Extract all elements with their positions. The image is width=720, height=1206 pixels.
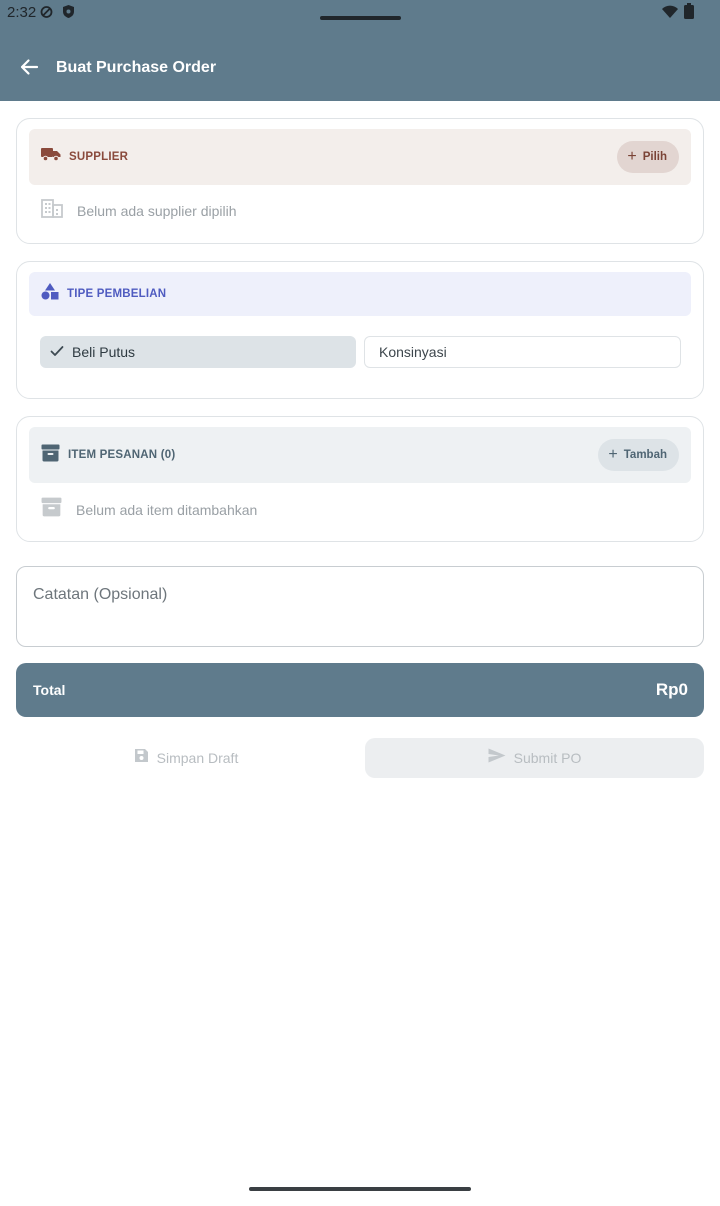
supplier-header: SUPPLIER + Pilih xyxy=(29,129,691,185)
arrow-left-icon xyxy=(19,57,39,82)
purchase-type-header: TIPE PEMBELIAN xyxy=(29,272,691,316)
total-label: Total xyxy=(33,682,66,698)
send-icon xyxy=(488,748,506,768)
submit-po-button[interactable]: Submit PO xyxy=(365,738,704,778)
add-item-button[interactable]: + Tambah xyxy=(598,439,679,471)
pick-supplier-button[interactable]: + Pilih xyxy=(617,141,679,173)
save-icon xyxy=(134,748,149,768)
shapes-icon xyxy=(41,283,59,305)
pick-supplier-label: Pilih xyxy=(642,151,667,163)
app-bar: 2:32 Buat Purchase Order xyxy=(0,0,720,101)
total-bar: Total Rp0 xyxy=(16,663,704,717)
notes-placeholder: Catatan (Opsional) xyxy=(33,586,168,603)
purchase-type-heading: TIPE PEMBELIAN xyxy=(67,288,167,300)
items-card: ITEM PESANAN (0) + Tambah Belum ada item… xyxy=(16,416,704,542)
building-icon xyxy=(41,199,63,223)
add-item-label: Tambah xyxy=(623,449,667,461)
option-konsinyasi[interactable]: Konsinyasi xyxy=(364,336,681,368)
submit-po-label: Submit PO xyxy=(513,750,582,766)
total-value: Rp0 xyxy=(655,680,688,699)
supplier-heading: SUPPLIER xyxy=(69,151,129,163)
option-beli-putus[interactable]: Beli Putus xyxy=(40,336,356,368)
archive-icon xyxy=(41,444,60,467)
notes-field[interactable]: Catatan (Opsional) xyxy=(16,566,704,647)
supplier-empty-state: Belum ada supplier dipilih xyxy=(41,199,237,223)
items-empty-text: Belum ada item ditambahkan xyxy=(76,501,258,518)
save-draft-button[interactable]: Simpan Draft xyxy=(16,738,356,778)
supplier-empty-text: Belum ada supplier dipilih xyxy=(77,203,237,219)
wifi-icon xyxy=(662,5,678,23)
page-title: Buat Purchase Order xyxy=(56,59,217,76)
plus-icon: + xyxy=(627,148,637,165)
status-time: 2:32 xyxy=(7,4,37,21)
do-not-disturb-icon xyxy=(40,4,53,24)
option-beli-putus-label: Beli Putus xyxy=(72,344,136,360)
save-draft-label: Simpan Draft xyxy=(156,750,239,766)
home-indicator[interactable] xyxy=(249,1187,471,1191)
back-button[interactable] xyxy=(14,54,44,84)
archive-icon xyxy=(41,497,62,522)
items-header: ITEM PESANAN (0) + Tambah xyxy=(29,427,691,483)
items-empty-state: Belum ada item ditambahkan xyxy=(41,497,257,522)
option-konsinyasi-label: Konsinyasi xyxy=(379,344,447,360)
plus-icon: + xyxy=(608,446,618,463)
camera-notch xyxy=(320,16,401,20)
battery-icon xyxy=(684,3,694,24)
purchase-type-card: TIPE PEMBELIAN Beli Putus Konsinyasi xyxy=(16,261,704,399)
items-heading: ITEM PESANAN (0) xyxy=(68,449,176,461)
check-icon xyxy=(50,344,64,360)
shield-icon xyxy=(62,4,75,24)
truck-icon xyxy=(41,147,61,167)
supplier-card: SUPPLIER + Pilih Belum ada supplier dipi… xyxy=(16,118,704,244)
